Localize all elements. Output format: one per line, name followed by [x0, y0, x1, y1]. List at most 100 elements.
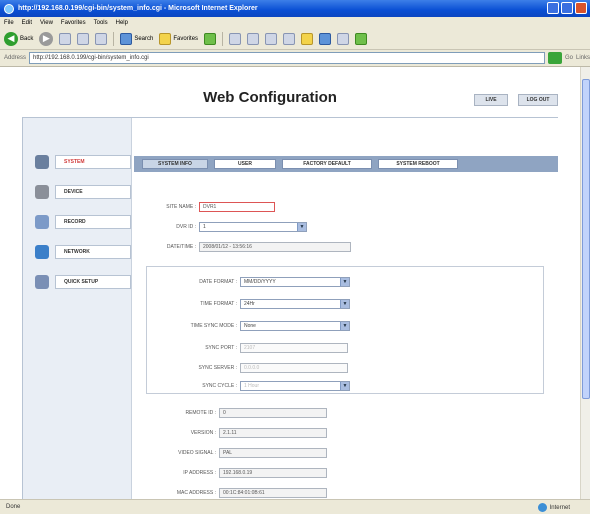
sidebar-item-record[interactable]: RECORD	[35, 212, 131, 232]
remote-id-row: REMOTE ID : 0	[132, 408, 327, 418]
tab-system-reboot[interactable]: SYSTEM REBOOT	[378, 159, 458, 169]
go-button[interactable]	[548, 52, 562, 64]
site-name-input[interactable]: DVR1	[199, 202, 275, 212]
network-icon	[35, 245, 49, 259]
sidebar-item-device[interactable]: DEVICE	[35, 182, 131, 202]
sync-server-input[interactable]: 0.0.0.0	[240, 363, 348, 373]
time-sync-mode-row: TIME SYNC MODE : None ▼	[147, 321, 350, 331]
time-format-label: TIME FORMAT :	[200, 301, 237, 307]
maximize-button[interactable]	[561, 2, 573, 14]
time-settings-panel: DATE FORMAT : MM/DD/YYYY ▼ TIME FORMAT :…	[146, 266, 544, 394]
date-format-value: MM/DD/YYYY	[244, 279, 276, 285]
folder-icon[interactable]	[301, 32, 314, 45]
system-icon	[35, 155, 49, 169]
time-sync-mode-select[interactable]: None ▼	[240, 321, 350, 331]
zone-label: Internet	[549, 504, 570, 511]
history-icon[interactable]	[229, 32, 242, 45]
dvr-id-label: DVR ID :	[176, 224, 196, 230]
vertical-scrollbar[interactable]	[580, 67, 590, 499]
sidebar-label: SYSTEM	[55, 155, 131, 169]
sidebar-label: NETWORK	[55, 245, 131, 259]
sidebar-label: RECORD	[55, 215, 131, 229]
dvr-id-value: 1	[203, 224, 206, 230]
datetime-label: DATE/TIME :	[166, 244, 196, 250]
minimize-button[interactable]	[547, 2, 559, 14]
favorites-star-icon	[159, 32, 172, 45]
toolbar-divider	[222, 31, 224, 46]
logout-button[interactable]: LOG OUT	[518, 94, 558, 106]
stop-icon[interactable]	[59, 32, 72, 45]
dvr-id-select[interactable]: 1 ▼	[199, 222, 307, 232]
close-button[interactable]	[575, 2, 587, 14]
favorites-button[interactable]: Favorites	[159, 32, 198, 45]
mac-address-label: MAC ADDRESS :	[176, 490, 216, 496]
search-label: Search	[134, 35, 154, 42]
tab-bar: SYSTEM INFO USER FACTORY DEFAULT SYSTEM …	[134, 156, 558, 172]
back-button[interactable]: ◀ Back	[4, 31, 34, 46]
config-frame: SYSTEM DEVICE RECORD NETWORK QUICK SETUP…	[22, 117, 559, 499]
print-icon[interactable]	[265, 32, 278, 45]
time-format-select[interactable]: 24Hr ▼	[240, 299, 350, 309]
menu-edit[interactable]: Edit	[22, 20, 32, 26]
window-title-bar[interactable]: http://192.168.0.199/cgi-bin/system_info…	[0, 0, 590, 17]
menu-file[interactable]: File	[4, 20, 14, 26]
time-sync-mode-label: TIME SYNC MODE :	[190, 323, 237, 329]
tab-system-info[interactable]: SYSTEM INFO	[142, 159, 208, 169]
links-label[interactable]: Links	[576, 55, 590, 61]
mac-address-value: 00:1C:84:01:0B:61	[223, 490, 265, 496]
sync-server-value: 0.0.0.0	[244, 365, 260, 371]
mail-icon[interactable]	[247, 32, 260, 45]
media-icon[interactable]	[204, 32, 217, 45]
time-sync-mode-value: None	[244, 323, 256, 329]
security-zone: Internet	[537, 503, 570, 512]
date-format-select[interactable]: MM/DD/YYYY ▼	[240, 277, 350, 287]
menu-help[interactable]: Help	[116, 20, 128, 26]
sync-cycle-label: SYNC CYCLE :	[202, 383, 237, 389]
chevron-down-icon: ▼	[340, 278, 349, 286]
status-text: Done	[6, 504, 21, 510]
site-name-row: SITE NAME : DVR1	[132, 202, 275, 212]
live-button[interactable]: LIVE	[474, 94, 508, 106]
time-format-value: 24Hr	[244, 301, 255, 307]
menu-tools[interactable]: Tools	[94, 20, 108, 26]
messenger-icon[interactable]	[319, 32, 332, 45]
datetime-row: DATE/TIME : 2008/01/12 - 13:56:16	[132, 242, 351, 252]
sidebar-item-quick-setup[interactable]: QUICK SETUP	[35, 272, 131, 292]
tab-user[interactable]: USER	[214, 159, 276, 169]
tab-factory-default[interactable]: FACTORY DEFAULT	[282, 159, 372, 169]
ip-address-label: IP ADDRESS :	[183, 470, 216, 476]
menu-bar: File Edit View Favorites Tools Help	[0, 17, 590, 28]
video-signal-value: PAL	[223, 450, 233, 456]
menu-favorites[interactable]: Favorites	[61, 20, 86, 26]
version-display: 2.1.11	[219, 428, 327, 438]
menu-view[interactable]: View	[40, 20, 53, 26]
content-panel: SYSTEM INFO USER FACTORY DEFAULT SYSTEM …	[131, 118, 559, 499]
address-input[interactable]: http://192.168.0.199/cgi-bin/system_info…	[29, 52, 546, 64]
quick-setup-icon	[35, 275, 49, 289]
home-icon[interactable]	[95, 32, 108, 45]
discuss-icon[interactable]	[337, 32, 350, 45]
toolbar-divider	[113, 31, 115, 46]
ip-address-value: 192.168.0.19	[223, 470, 253, 476]
dvr-id-row: DVR ID : 1 ▼	[132, 222, 307, 232]
datetime-display: 2008/01/12 - 13:56:16	[199, 242, 351, 252]
sync-port-input[interactable]: 2107	[240, 343, 348, 353]
sidebar-item-system[interactable]: SYSTEM	[35, 152, 131, 172]
back-label: Back	[20, 35, 34, 42]
back-arrow-icon: ◀	[4, 31, 18, 46]
edit-icon[interactable]	[283, 32, 296, 45]
page-viewport: Web Configuration LIVE LOG OUT SYSTEM DE…	[0, 67, 580, 499]
sync-cycle-row: SYNC CYCLE : 1 Hour ▼	[147, 381, 350, 391]
sync-port-label: SYNC PORT :	[205, 345, 237, 351]
scrollbar-thumb[interactable]	[582, 79, 590, 399]
refresh-icon[interactable]	[77, 32, 90, 45]
sync-server-row: SYNC SERVER : 0.0.0.0	[147, 363, 348, 373]
sync-cycle-select[interactable]: 1 Hour ▼	[240, 381, 350, 391]
address-label: Address	[4, 55, 27, 61]
video-signal-display: PAL	[219, 448, 327, 458]
search-button[interactable]: Search	[120, 32, 154, 45]
sidebar-item-network[interactable]: NETWORK	[35, 242, 131, 262]
forward-button[interactable]: ▶	[39, 31, 54, 46]
go-label: Go	[564, 55, 573, 61]
research-icon[interactable]	[355, 32, 368, 45]
